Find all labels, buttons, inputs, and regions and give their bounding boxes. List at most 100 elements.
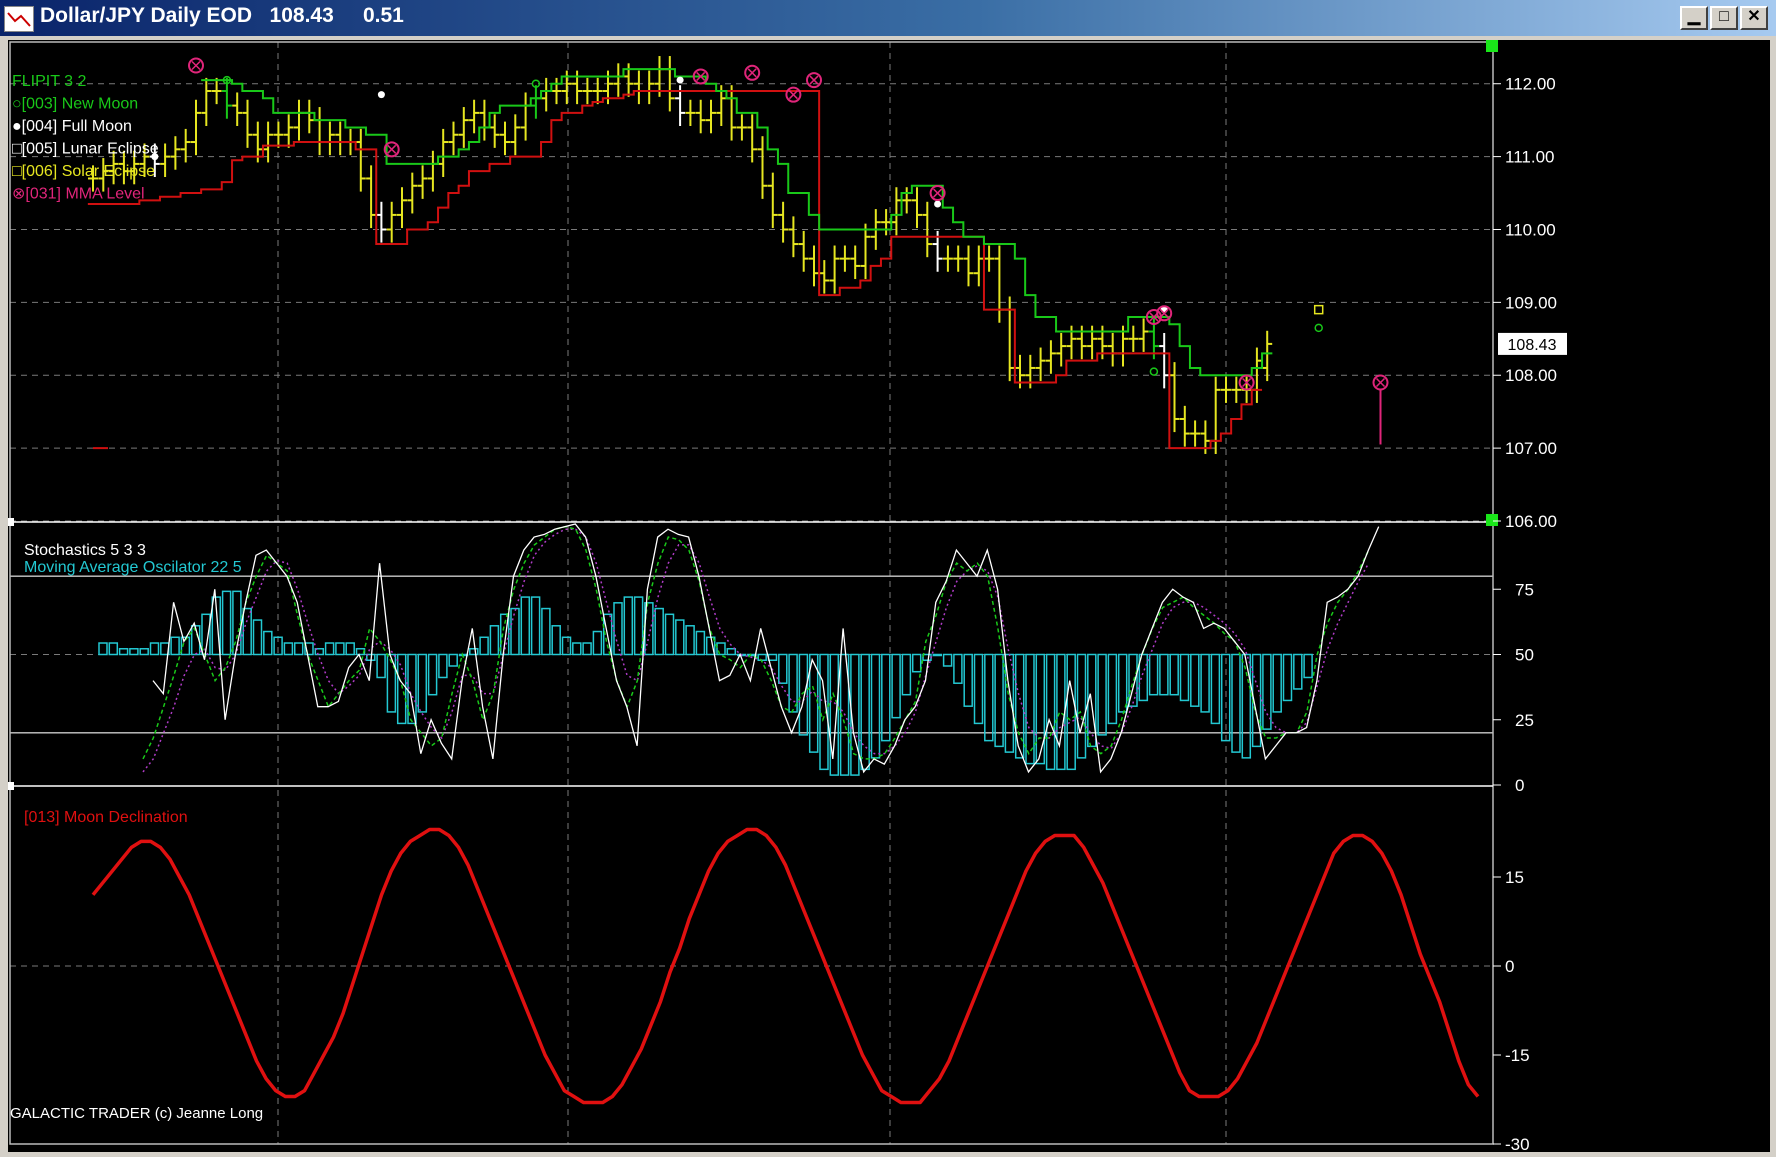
price-bar[interactable]: [489, 114, 500, 148]
price-bar[interactable]: [376, 201, 387, 243]
full-moon-marker[interactable]: [377, 91, 385, 99]
price-bar[interactable]: [314, 107, 325, 156]
full-moon-marker[interactable]: [676, 76, 684, 84]
price-bar[interactable]: [819, 260, 830, 294]
price-bar[interactable]: [644, 70, 655, 105]
price-bar[interactable]: [417, 165, 428, 199]
price-bar[interactable]: [242, 99, 253, 148]
chart-svg[interactable]: 2019/03/01 2019/04/01 2019/05/01 2019/06/03…: [8, 40, 1770, 1157]
price-bar[interactable]: [1056, 332, 1067, 367]
price-bar[interactable]: [1045, 340, 1056, 374]
price-bar[interactable]: [1159, 332, 1170, 389]
price-bar[interactable]: [736, 114, 747, 141]
price-bar[interactable]: [448, 121, 459, 156]
price-bar[interactable]: [1190, 420, 1201, 447]
price-bar[interactable]: [613, 63, 624, 97]
mma-level-marker[interactable]: [744, 64, 761, 81]
price-bar[interactable]: [891, 187, 902, 236]
price-bar[interactable]: [798, 230, 809, 272]
price-bar[interactable]: [994, 245, 1005, 323]
price-bar[interactable]: [170, 136, 181, 170]
price-bar[interactable]: [335, 121, 346, 156]
price-bar[interactable]: [1169, 362, 1180, 433]
price-bar[interactable]: [973, 245, 984, 287]
price-bar[interactable]: [551, 77, 562, 105]
price-bar[interactable]: [386, 201, 397, 243]
price-bar[interactable]: [191, 99, 201, 156]
price-bar[interactable]: [510, 114, 521, 156]
price-bar[interactable]: [747, 114, 758, 163]
price-bar[interactable]: [1221, 376, 1231, 403]
price-bar[interactable]: [530, 85, 541, 119]
full-moon-marker[interactable]: [934, 200, 942, 208]
chart-app-icon[interactable]: [4, 6, 34, 32]
price-bar[interactable]: [324, 121, 335, 156]
price-bar[interactable]: [767, 172, 778, 229]
price-bar[interactable]: [479, 99, 490, 141]
price-bar[interactable]: [901, 187, 912, 214]
price-bar[interactable]: [232, 92, 243, 126]
price-bar[interactable]: [458, 107, 469, 148]
price-bar[interactable]: [582, 77, 593, 105]
panel-resize-handle[interactable]: [8, 782, 14, 790]
price-bar[interactable]: [685, 99, 696, 126]
maximize-button[interactable]: □: [1710, 6, 1738, 30]
price-bar[interactable]: [1107, 332, 1118, 367]
mma-level-marker[interactable]: [785, 86, 802, 103]
price-bar[interactable]: [211, 77, 222, 105]
price-bar[interactable]: [788, 216, 799, 258]
mma-level-marker[interactable]: [1372, 374, 1389, 391]
panel-resize-handle[interactable]: [8, 518, 14, 526]
price-bar[interactable]: [273, 121, 284, 148]
price-bar[interactable]: [160, 143, 171, 178]
chart-area[interactable]: 2019/03/01 2019/04/01 2019/05/01 2019/06/03…: [8, 40, 1770, 1157]
price-bar[interactable]: [520, 92, 531, 141]
price-bar[interactable]: [706, 99, 716, 134]
price-bar[interactable]: [1179, 405, 1190, 447]
price-bar[interactable]: [839, 245, 850, 272]
price-scale-handle[interactable]: [1486, 514, 1498, 526]
price-bar[interactable]: [407, 172, 418, 214]
price-bar[interactable]: [1035, 347, 1046, 382]
price-bar[interactable]: [438, 128, 449, 178]
price-bar[interactable]: [541, 77, 552, 112]
price-bar[interactable]: [592, 77, 603, 105]
price-bar[interactable]: [633, 70, 644, 105]
price-bar[interactable]: [366, 165, 377, 229]
price-scale-handle[interactable]: [1486, 40, 1498, 52]
price-bar[interactable]: [1262, 330, 1273, 382]
price-bar[interactable]: [1128, 325, 1139, 352]
price-bar[interactable]: [304, 99, 315, 134]
price-bar[interactable]: [201, 77, 212, 126]
mma-level-marker[interactable]: [188, 57, 204, 74]
price-bar[interactable]: [850, 245, 861, 280]
price-bar[interactable]: [757, 136, 768, 199]
price-bar[interactable]: [695, 99, 706, 134]
price-bar[interactable]: [984, 245, 995, 272]
solar-eclipse-marker[interactable]: [1313, 304, 1324, 315]
price-bar[interactable]: [963, 245, 974, 287]
price-bar[interactable]: [500, 121, 510, 156]
price-bar[interactable]: [180, 128, 191, 163]
price-bar[interactable]: [355, 128, 366, 192]
price-bar[interactable]: [469, 99, 480, 134]
close-button[interactable]: ✕: [1740, 6, 1768, 30]
new-moon-marker[interactable]: [1149, 367, 1159, 376]
price-bar[interactable]: [397, 187, 407, 229]
title-bar[interactable]: Dollar/JPY Daily EOD 108.43 0.51 ▁ □ ✕: [0, 0, 1776, 36]
price-bar[interactable]: [912, 187, 922, 229]
price-bar[interactable]: [942, 245, 953, 272]
price-bar[interactable]: [1138, 318, 1149, 352]
price-bar[interactable]: [953, 245, 964, 272]
price-bar[interactable]: [829, 245, 840, 294]
price-bar[interactable]: [809, 245, 819, 287]
new-moon-marker[interactable]: [1314, 323, 1323, 333]
price-bar[interactable]: [778, 201, 789, 243]
mma-level-marker[interactable]: [806, 72, 822, 89]
price-bar[interactable]: [860, 223, 871, 280]
price-bar[interactable]: [294, 99, 304, 141]
minimize-button[interactable]: ▁: [1680, 6, 1708, 30]
price-bar[interactable]: [1210, 376, 1221, 454]
price-bar[interactable]: [283, 114, 294, 148]
price-bar[interactable]: [726, 85, 737, 141]
